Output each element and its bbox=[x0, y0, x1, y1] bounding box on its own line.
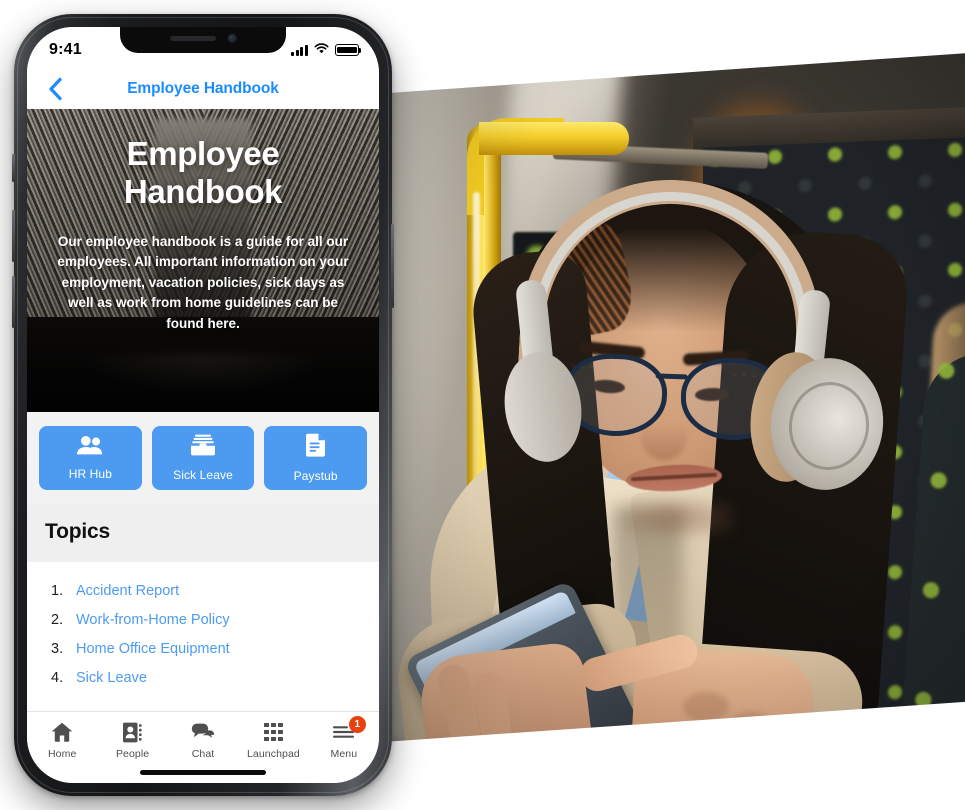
tab-label: Chat bbox=[191, 748, 215, 760]
power-button[interactable] bbox=[391, 224, 394, 308]
topic-number: 4. bbox=[51, 669, 64, 686]
topics-list: 1. Accident Report 2. Work-from-Home Pol… bbox=[27, 562, 379, 698]
topic-link[interactable]: Work-from-Home Policy bbox=[76, 612, 230, 628]
tab-label: People bbox=[115, 748, 150, 760]
photo-card bbox=[383, 52, 965, 742]
bottom-tab-bar: Home People Chat Launchpad 1 Menu bbox=[27, 711, 379, 783]
wifi-icon bbox=[314, 41, 329, 59]
quick-action-hr-hub[interactable]: HR Hub bbox=[39, 426, 142, 490]
tab-launchpad[interactable]: Launchpad bbox=[238, 721, 308, 760]
menu-badge: 1 bbox=[348, 716, 366, 733]
quick-action-label: HR Hub bbox=[68, 467, 112, 481]
contacts-icon bbox=[123, 721, 142, 743]
people-icon bbox=[76, 435, 104, 460]
quick-action-sick-leave[interactable]: Sick Leave bbox=[151, 426, 255, 490]
page-title: Employee Handbook bbox=[127, 80, 279, 97]
tab-label: Launchpad bbox=[246, 748, 300, 760]
chevron-left-icon[interactable] bbox=[41, 75, 69, 103]
topic-number: 3. bbox=[51, 640, 64, 657]
bus-photo bbox=[383, 52, 965, 742]
tab-chat[interactable]: Chat bbox=[168, 721, 238, 760]
hero-paragraph: Our employee handbook is a guide for all… bbox=[57, 233, 349, 331]
topic-item-accident-report[interactable]: 1. Accident Report bbox=[27, 576, 379, 605]
tab-label: Home bbox=[47, 748, 77, 760]
quick-action-paystub[interactable]: Paystub bbox=[264, 426, 368, 490]
document-icon bbox=[305, 433, 326, 462]
home-indicator[interactable] bbox=[140, 770, 266, 775]
navigation-bar: Employee Handbook bbox=[27, 69, 379, 109]
hero-title-line-2: Handbook bbox=[123, 173, 283, 211]
hero-title: Employee Handbook bbox=[49, 135, 357, 212]
hamburger-menu-icon: 1 bbox=[332, 716, 366, 743]
battery-icon bbox=[335, 44, 362, 56]
mute-switch[interactable] bbox=[12, 154, 15, 182]
topic-item-home-office-equipment[interactable]: 3. Home Office Equipment bbox=[27, 634, 379, 663]
topic-item-sick-leave[interactable]: 4. Sick Leave bbox=[27, 663, 379, 692]
volume-down-button[interactable] bbox=[12, 276, 15, 328]
knuckle-3 bbox=[651, 724, 697, 742]
hero-title-line-1: Employee bbox=[126, 135, 280, 172]
topic-number: 2. bbox=[51, 611, 64, 628]
tab-menu[interactable]: 1 Menu bbox=[309, 716, 379, 760]
inbox-tray-icon bbox=[190, 434, 216, 461]
chat-bubbles-icon bbox=[191, 721, 215, 743]
tab-people[interactable]: People bbox=[97, 721, 167, 760]
status-icons bbox=[291, 41, 362, 59]
topic-number: 1. bbox=[51, 582, 64, 599]
status-time: 9:41 bbox=[49, 41, 82, 58]
photo-vignette bbox=[383, 52, 965, 742]
volume-up-button[interactable] bbox=[12, 210, 15, 262]
phone-screen: 9:41 Employee Handbook Employee Handbook… bbox=[27, 27, 379, 783]
hero-banner: Employee Handbook Our employee handbook … bbox=[27, 109, 379, 412]
iphone-device-frame: 9:41 Employee Handbook Employee Handbook… bbox=[12, 14, 394, 796]
quick-action-label: Paystub bbox=[293, 469, 338, 483]
hero-content: Employee Handbook Our employee handbook … bbox=[27, 109, 379, 334]
topic-link[interactable]: Sick Leave bbox=[76, 670, 147, 686]
cellular-signal-icon bbox=[291, 44, 308, 56]
earpiece-speaker bbox=[169, 36, 216, 41]
display-notch bbox=[120, 27, 286, 53]
topics-heading: Topics bbox=[45, 520, 110, 543]
home-icon bbox=[51, 721, 73, 743]
quick-action-label: Sick Leave bbox=[173, 468, 233, 482]
topic-item-work-from-home-policy[interactable]: 2. Work-from-Home Policy bbox=[27, 605, 379, 634]
grid-apps-icon bbox=[264, 721, 283, 743]
topics-header: Topics bbox=[27, 504, 379, 562]
tab-home[interactable]: Home bbox=[27, 721, 97, 760]
topic-link[interactable]: Home Office Equipment bbox=[76, 641, 230, 657]
topic-link[interactable]: Accident Report bbox=[76, 583, 179, 599]
quick-actions-row: HR Hub Sick Leave Paystub bbox=[27, 412, 379, 504]
tab-label: Menu bbox=[330, 748, 358, 760]
front-camera-icon bbox=[227, 34, 237, 43]
